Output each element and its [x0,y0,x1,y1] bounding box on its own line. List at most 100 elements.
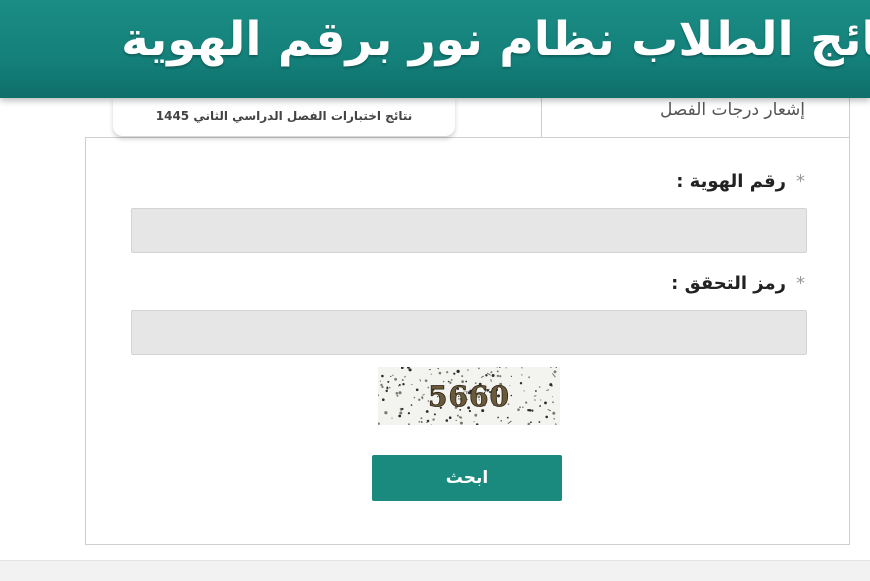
captcha-noise-dot [522,407,523,408]
captcha-noise-dot [404,376,406,378]
captcha-noise-dot [419,421,421,423]
captcha-noise-dot [457,415,459,417]
captcha-noise-dot [394,378,397,381]
captcha-noise-dot [545,416,548,419]
captcha-noise-dot [531,410,533,412]
captcha-noise-dot [398,385,399,386]
required-marker: * [796,273,805,294]
captcha-noise-dot [499,375,501,377]
captcha-noise-dot [490,372,491,373]
captcha-noise-dot [439,372,442,375]
captcha-noise-dot [434,413,436,415]
captcha-noise-dot [474,414,477,417]
required-marker: * [796,171,805,192]
captcha-noise-dot [528,376,530,378]
verification-code-label-text: رمز التحقق : [671,273,786,294]
captcha-noise-dot [431,374,432,375]
captcha-noise-dot [421,396,423,398]
captcha-noise-dot [497,370,499,372]
captcha-noise-dot [530,421,532,423]
captcha-noise-dot [411,404,413,406]
captcha-noise-dot [549,383,552,386]
captcha-noise-dot [390,376,391,377]
captcha-noise-dot [381,375,384,378]
id-number-input[interactable] [131,208,807,253]
captcha-noise-dot [438,368,439,369]
captcha-noise-dot [529,409,532,412]
captcha-noise-dot [449,416,452,419]
captcha-noise-dot [501,420,502,421]
page-banner: نتائج الطلاب نظام نور برقم الهوية [0,0,870,98]
captcha-noise-dot [397,395,399,397]
captcha-noise-dot [485,374,487,376]
captcha-noise-dot [524,390,525,391]
captcha-noise-dot [425,379,428,382]
captcha-noise-dot [416,389,419,392]
captcha-noise-dot [539,386,541,388]
captcha-noise-dot [386,390,388,392]
captcha-noise-dot [497,417,498,418]
captcha-noise-dot [552,401,554,403]
captcha-noise-dot [392,375,393,376]
captcha-noise-dot [418,399,420,401]
captcha-noise-dot [387,381,389,383]
captcha-noise-dot [446,371,448,373]
captcha-noise-dot [544,402,547,405]
captcha-noise-dot [478,368,480,370]
banner-title: نتائج الطلاب نظام نور برقم الهوية [121,8,870,72]
captcha-noise-dot [408,412,410,414]
tab-second-semester-results[interactable]: نتائج اختبارات الفصل الدراسي الثاني 1445 [113,98,455,136]
captcha-noise-dot [423,394,424,395]
captcha-noise-dot [402,383,404,385]
captcha-noise-dot [525,402,527,404]
captcha-noise-dot [432,418,434,420]
captcha-noise-dot [384,411,387,414]
captcha-noise-stroke [427,420,428,423]
captcha-noise-dot [534,399,536,401]
captcha-noise-dot [380,381,381,382]
captcha-noise-dot [380,384,382,386]
captcha-noise-dot [521,374,522,375]
captcha-noise-dot [420,417,422,419]
search-form-panel: *رقم الهوية : * رمز التحقق : 5660 ابحث [85,137,850,545]
footer-strip [0,560,870,581]
captcha-noise-dot [497,375,499,377]
search-button[interactable]: ابحث [372,455,562,501]
captcha-noise-dot [506,367,507,368]
captcha-noise-dot [457,370,460,373]
captcha-noise-dot [396,392,399,395]
captcha-noise-dot [391,418,392,419]
verification-code-input[interactable] [131,310,807,355]
id-number-label: *رقم الهوية : [676,171,805,192]
captcha-noise-dot [535,390,537,392]
captcha-noise-dot [401,408,403,410]
captcha-noise-dot [511,376,512,377]
captcha-noise-dot [539,421,541,423]
captcha-text: 5660 [428,380,510,413]
captcha-noise-dot [399,412,402,415]
captcha-noise-dot [539,405,541,407]
captcha-noise-dot [398,415,401,418]
captcha-image: 5660 [378,367,560,425]
captcha-noise-dot [553,418,555,420]
captcha-noise-dot [414,397,416,399]
captcha-noise-dot [492,374,495,377]
captcha-noise-dot [386,387,388,389]
captcha-noise-dot [540,399,541,400]
captcha-noise-dot [460,422,463,425]
captcha-noise-dot [402,379,404,381]
captcha-noise-dot [517,408,520,411]
captcha-noise-dot [552,396,553,397]
captcha-noise-dot [421,421,423,423]
captcha-noise-dot [381,386,383,388]
captcha-noise-dot [459,416,461,418]
captcha-noise-dot [408,369,409,370]
captcha-noise-dot [461,375,463,377]
captcha-noise-dot [446,419,449,422]
captcha-noise-dot [453,373,455,375]
captcha-noise-dot [398,391,401,394]
captcha-noise-dot [467,369,469,371]
captcha-noise-dot [411,384,412,385]
captcha-noise-dot [552,412,555,415]
captcha-noise-dot [520,382,522,384]
